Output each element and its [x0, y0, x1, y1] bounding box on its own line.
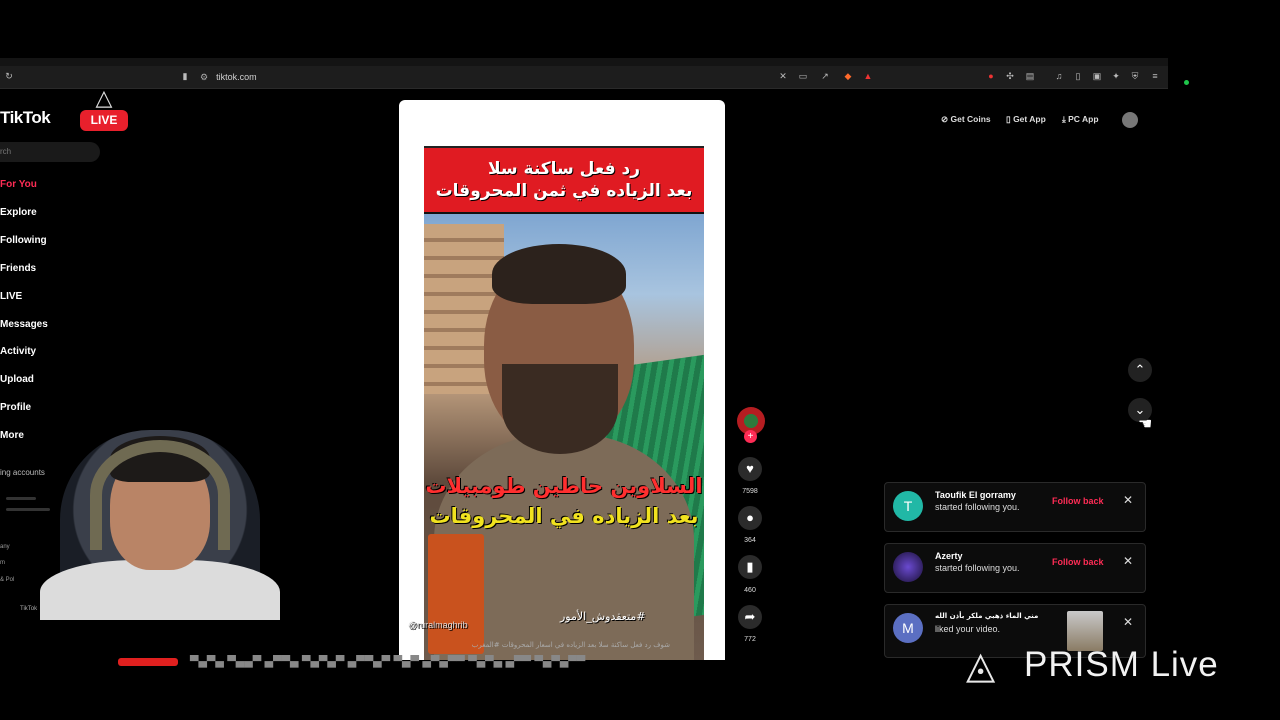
banner-line-2: بعد الزياده في ثمن المحروقات — [435, 181, 693, 201]
nav-live[interactable]: LIVE — [0, 291, 22, 302]
follow-plus-icon[interactable]: + — [744, 430, 757, 443]
get-app-button[interactable]: ▯ Get App — [1006, 114, 1046, 125]
previous-video-button[interactable]: ⌃ — [1128, 358, 1152, 382]
chevron-up-icon: ⌃ — [1134, 362, 1146, 377]
banner-line-1: رد فعل ساكنة سلا — [487, 159, 641, 179]
bookmark-icon[interactable]: ▮ — [180, 71, 190, 81]
share-arrow-icon: ➦ — [744, 609, 756, 624]
status-dot — [1184, 80, 1189, 85]
video-caption-line-1: السلاوين حاطين طومبيلات — [425, 474, 703, 498]
site-info-icon[interactable]: ⚙ — [200, 72, 208, 83]
nav-for-you[interactable]: For You — [0, 179, 37, 190]
video-person-hair — [492, 244, 626, 304]
heart-icon: ♥ — [746, 461, 754, 476]
video-person-beard — [502, 364, 618, 454]
video-description: شوف رد فعل ساكنة سلا بعد الزياده في اسعا… — [471, 641, 670, 649]
footer-link[interactable]: m — [0, 560, 5, 566]
menu-icon[interactable]: ≡ — [1150, 71, 1160, 81]
nav-upload[interactable]: Upload — [0, 374, 34, 385]
close-icon[interactable]: ✕ — [1123, 554, 1133, 568]
bookmark-icon: ▮ — [746, 559, 754, 574]
wallet-icon[interactable]: ▣ — [1092, 71, 1102, 81]
notification-avatar: M — [893, 613, 923, 643]
stream-ticker: ▀▄▀▄ ▀▄▄▀ ▄▀▀▄ ▀▄▀▄▀ ▄▀▀▄▀ ▀▄▀ ▄▀▄▀▀ ▀▄▀… — [0, 655, 960, 669]
footer-link: TikTok — [20, 606, 38, 612]
nav-friends[interactable]: Friends — [0, 263, 36, 274]
comment-icon: ● — [746, 510, 754, 525]
footer-link[interactable]: any — [0, 544, 10, 550]
get-app-label: Get App — [1013, 114, 1046, 124]
coin-icon: ⊘ — [941, 114, 949, 124]
video-hashtag: #متعقدوش_الأمور — [560, 610, 646, 623]
follow-back-button[interactable]: Follow back — [1052, 557, 1104, 567]
comment-button[interactable]: ● — [738, 506, 762, 530]
browser-tab-strip — [0, 58, 1168, 66]
nav-messages[interactable]: Messages — [0, 319, 48, 330]
like-button[interactable]: ♥ — [738, 457, 762, 481]
notification-text: liked your video. — [935, 624, 1001, 634]
pc-app-label: PC App — [1068, 114, 1099, 124]
puzzle-icon[interactable]: ✣ — [1005, 71, 1015, 81]
save-button[interactable]: ▮ — [738, 555, 762, 579]
prism-live-brand: PRISM Live — [1024, 645, 1219, 684]
comment-count: 364 — [744, 537, 756, 544]
close-icon[interactable]: ✕ — [1123, 493, 1133, 507]
shield-icon[interactable]: ◆ — [843, 71, 853, 81]
address-bar-url: tiktok.com — [216, 72, 257, 82]
mouse-cursor-icon: ☚ — [1138, 416, 1153, 433]
prism-logo-icon: ◬ — [966, 645, 996, 687]
video-username[interactable]: @ruralmaghrib — [408, 620, 468, 630]
video-player[interactable] — [424, 214, 704, 660]
music-icon[interactable]: ♫ — [1054, 71, 1064, 81]
nav-profile[interactable]: Profile — [0, 402, 31, 413]
notification-toast[interactable]: Azerty started following you. Follow bac… — [884, 543, 1146, 593]
streamer-webcam: TikTok — [20, 420, 300, 620]
tab-manager-icon[interactable]: ▤ — [1025, 71, 1035, 81]
share-button[interactable]: ➦ — [738, 605, 762, 629]
reader-icon[interactable]: ✕ — [778, 71, 788, 81]
share-icon[interactable]: ↗ — [820, 71, 830, 81]
youtube-icon — [118, 658, 178, 666]
pc-app-button[interactable]: ⤓ PC App — [1062, 114, 1099, 125]
notification-name: Taoufik El gorramy — [935, 490, 1016, 500]
reload-icon[interactable]: ↻ — [4, 71, 14, 81]
save-count: 460 — [744, 587, 756, 594]
get-coins-label: Get Coins — [950, 114, 991, 124]
tiktok-logo[interactable]: TikTok — [0, 108, 51, 128]
download-icon: ⤓ — [1062, 114, 1066, 124]
prism-triangle-icon: △ — [95, 85, 113, 110]
notification-text: started following you. — [935, 502, 1020, 512]
video-title-banner: رد فعل ساكنة سلا بعد الزياده في ثمن المح… — [424, 146, 704, 214]
live-badge: LIVE — [80, 110, 128, 131]
phone-icon: ▯ — [1006, 114, 1011, 124]
close-icon[interactable]: ✕ — [1123, 615, 1133, 629]
sidebar-toggle-icon[interactable]: ▯ — [1073, 71, 1083, 81]
vpn-icon[interactable]: ⛨ — [1130, 71, 1140, 81]
video-fuel-pump — [428, 534, 484, 654]
extension-icon[interactable]: ● — [986, 71, 996, 81]
nav-explore[interactable]: Explore — [0, 207, 37, 218]
footer-link[interactable]: & Pol — [0, 577, 14, 583]
notification-toast[interactable]: T Taoufik El gorramy started following y… — [884, 482, 1146, 532]
screenshot-icon[interactable]: ▭ — [798, 71, 808, 81]
notification-avatar: T — [893, 491, 923, 521]
nav-activity[interactable]: Activity — [0, 346, 36, 357]
nav-following[interactable]: Following — [0, 235, 47, 246]
notification-name: مني الماء ذهبي ملكر بأذن الله — [935, 612, 1039, 620]
like-count: 7598 — [742, 488, 758, 495]
video-caption-line-2: بعد الزياده في المحروقات — [429, 504, 699, 528]
profile-avatar[interactable] — [1122, 112, 1138, 128]
get-coins-button[interactable]: ⊘ Get Coins — [941, 114, 991, 125]
headphones-icon — [90, 440, 230, 550]
follow-back-button[interactable]: Follow back — [1052, 496, 1104, 506]
search-input[interactable]: rch — [0, 142, 100, 162]
notification-text: started following you. — [935, 563, 1020, 573]
ai-icon[interactable]: ✦ — [1111, 71, 1121, 81]
rewards-icon[interactable]: ▲ — [863, 71, 873, 81]
share-count: 772 — [744, 636, 756, 643]
notification-avatar — [893, 552, 923, 582]
notification-name: Azerty — [935, 551, 963, 561]
